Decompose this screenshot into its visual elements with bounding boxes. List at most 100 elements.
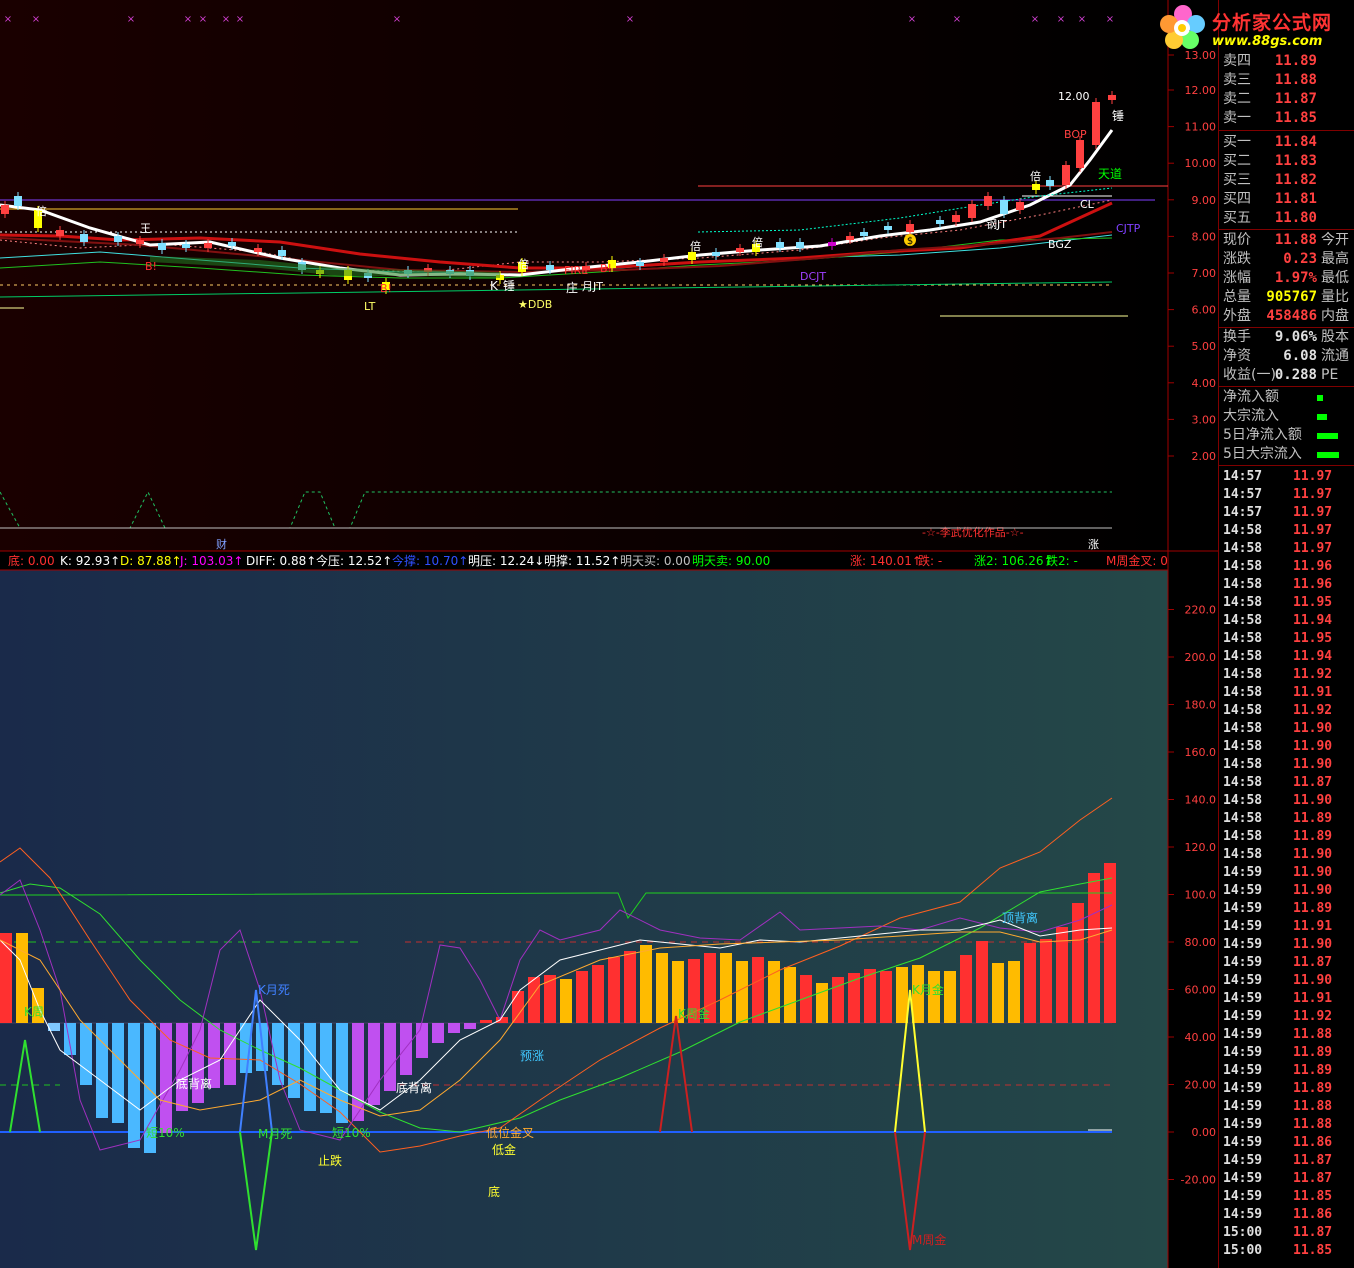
order-row-buy: 买四 11.81 xyxy=(1221,190,1354,209)
quote-extra-label: 流通 xyxy=(1321,348,1349,364)
candle xyxy=(278,250,286,256)
tick-row: 14:59 11.88 xyxy=(1219,1026,1354,1044)
histogram-bar xyxy=(560,979,572,1023)
tick-time: 14:58 xyxy=(1223,523,1263,538)
histogram-bar xyxy=(1088,873,1100,1023)
tick-price: 11.97 xyxy=(1293,505,1333,520)
tick-time: 14:58 xyxy=(1223,613,1263,628)
price-axis-label: 4.00 xyxy=(1192,377,1217,390)
indicator-axis-label: 140.0 xyxy=(1185,794,1217,807)
order-price: 11.89 xyxy=(1274,53,1317,69)
tick-time: 14:58 xyxy=(1223,685,1263,700)
order-row-sell: 卖四 11.89 xyxy=(1221,52,1354,71)
tick-price: 11.91 xyxy=(1293,919,1333,934)
tick-row: 14:58 11.92 xyxy=(1219,702,1354,720)
tick-price: 11.90 xyxy=(1293,721,1333,736)
tick-row: 14:58 11.97 xyxy=(1219,540,1354,558)
tick-row: 15:00 11.85 xyxy=(1219,1242,1354,1260)
chart-label-cai: 财 xyxy=(216,537,227,551)
tick-price: 11.87 xyxy=(1293,1171,1333,1186)
quote-extra-label: 今开 xyxy=(1321,232,1349,248)
histogram-bar xyxy=(880,971,892,1023)
tick-price: 11.95 xyxy=(1293,631,1333,646)
histogram-bar xyxy=(896,967,908,1023)
tick-time: 14:58 xyxy=(1223,649,1263,664)
tick-row: 14:58 11.91 xyxy=(1219,684,1354,702)
flow-bar xyxy=(1317,414,1327,420)
info-item: 涨2: 106.26↑ xyxy=(974,554,1054,568)
chart-label-cl: CL xyxy=(1080,198,1095,211)
chart-label-b2: B! xyxy=(380,282,392,295)
candle xyxy=(80,234,88,242)
histogram-bar xyxy=(864,969,876,1023)
tick-time: 14:59 xyxy=(1223,1063,1263,1078)
tick-price: 11.92 xyxy=(1293,703,1333,718)
chart-label-fjt: 钢JT xyxy=(986,218,1007,231)
quote-row: 总量 905767 量比 xyxy=(1221,288,1354,307)
histogram-bar xyxy=(448,1023,460,1033)
tick-time: 14:59 xyxy=(1223,865,1263,880)
logo-url[interactable]: www.88gs.com xyxy=(1212,34,1322,49)
tick-time: 14:58 xyxy=(1223,757,1263,772)
logo-title: 分析家公式网 xyxy=(1212,12,1333,34)
info-item: 明压: 12.24↓ xyxy=(468,554,545,568)
tick-row: 14:59 11.85 xyxy=(1219,1188,1354,1206)
info-item: 今压: 12.52↑ xyxy=(316,554,393,568)
top-marker: × xyxy=(184,14,192,25)
tick-price: 11.89 xyxy=(1293,1063,1333,1078)
candle xyxy=(776,242,784,248)
order-row-sell: 卖二 11.87 xyxy=(1221,90,1354,109)
histogram-bar xyxy=(336,1023,348,1123)
tick-price: 11.89 xyxy=(1293,829,1333,844)
tick-row: 14:57 11.97 xyxy=(1219,486,1354,504)
tick-price: 11.97 xyxy=(1293,541,1333,556)
tick-time: 14:59 xyxy=(1223,1171,1263,1186)
tick-row: 14:58 11.96 xyxy=(1219,576,1354,594)
histogram-bar xyxy=(944,971,956,1023)
top-marker: × xyxy=(4,14,12,25)
tick-time: 14:59 xyxy=(1223,937,1263,952)
order-price: 11.80 xyxy=(1274,210,1317,226)
histogram-bar xyxy=(512,991,524,1023)
tick-price: 11.85 xyxy=(1293,1189,1333,1204)
chart-label-zhang: 涨 xyxy=(1088,538,1099,551)
tick-row: 14:58 11.92 xyxy=(1219,666,1354,684)
order-price: 11.85 xyxy=(1274,110,1317,126)
tick-price: 11.90 xyxy=(1293,865,1333,880)
tick-row: 14:59 11.92 xyxy=(1219,1008,1354,1026)
tick-time: 14:58 xyxy=(1223,541,1263,556)
histogram-bar xyxy=(768,961,780,1023)
histogram-bar xyxy=(624,951,636,1023)
candle xyxy=(204,243,212,248)
chart-label-bop: BOP xyxy=(1064,128,1087,141)
flow-label: 5日大宗流入 xyxy=(1223,446,1302,462)
tick-row: 14:59 11.88 xyxy=(1219,1098,1354,1116)
candle xyxy=(660,258,668,262)
candle xyxy=(546,265,554,270)
chart-label-ddb: ★DDB xyxy=(518,298,552,311)
indicator-info-bar: 底: 0.00 K: 92.93↑ D: 87.88↑ J: 103.03↑ DIFF:… xyxy=(0,552,1168,570)
tick-time: 14:58 xyxy=(1223,667,1263,682)
order-row-sell: 卖一 11.85 xyxy=(1221,109,1354,128)
candle xyxy=(56,230,64,236)
quote-row: 收益(一) 0.288 PE xyxy=(1221,366,1354,385)
tick-price: 11.88 xyxy=(1293,1099,1333,1114)
histogram-bar xyxy=(464,1023,476,1029)
quote-value: 905767 xyxy=(1266,289,1317,305)
candle xyxy=(254,248,262,252)
tick-row: 14:59 11.90 xyxy=(1219,972,1354,990)
candle xyxy=(1,205,9,214)
histogram-bar xyxy=(432,1023,444,1043)
chart-area[interactable]: × × × × × × × × × × × × × × ×13.0012.0011.0010.009.008… xyxy=(0,0,1218,1268)
indicator-axis-label: 180.0 xyxy=(1185,699,1217,712)
info-item: D: 87.88↑ xyxy=(120,554,182,568)
histogram-bar xyxy=(608,957,620,1023)
quote-panel: 卖四 11.89 卖三 11.88 卖二 11.87 卖一 11.85 买一 11.84 买二 11.… xyxy=(1218,0,1354,1268)
histogram-bar xyxy=(1024,943,1036,1023)
indicator-axis-label: 160.0 xyxy=(1185,746,1217,759)
chart-label-high_price: 12.00 xyxy=(1058,90,1090,103)
histogram-bar xyxy=(832,977,844,1023)
tick-time: 14:59 xyxy=(1223,1009,1263,1024)
quote-extra-label: 最高 xyxy=(1321,251,1349,267)
chart-label-dcjt: DCJT xyxy=(800,270,826,283)
